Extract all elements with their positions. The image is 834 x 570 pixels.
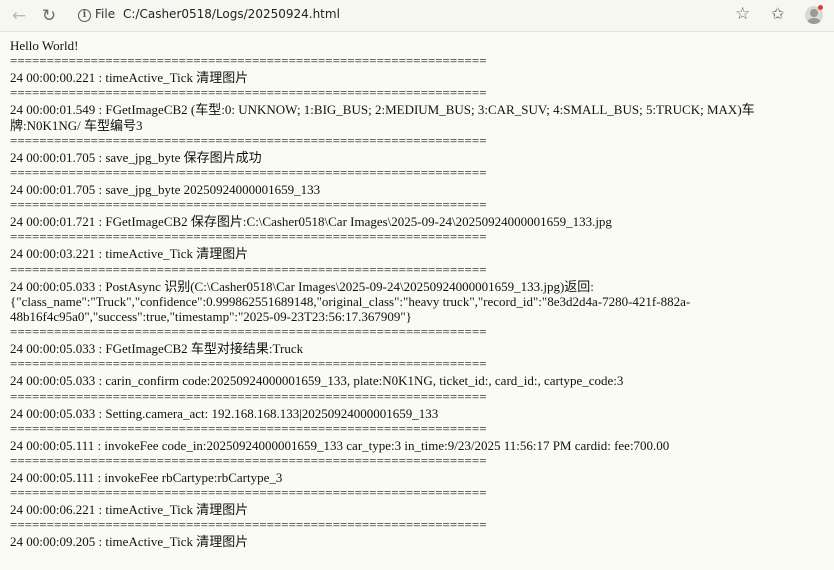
- log-entry: 24 00:00:05.033 : Setting.camera_act: 19…: [10, 405, 439, 421]
- log-entry: 24 00:00:01.705 : save_jpg_byte 20250924…: [10, 182, 321, 198]
- separator-line: ========================================…: [10, 388, 487, 404]
- log-entry: 24 00:00:06.221 : timeActive_Tick 清理图片: [10, 502, 249, 518]
- log-page-content: Hello World! ===========================…: [10, 38, 825, 550]
- log-entry: 24 00:00:05.033 : FGetImageCB2 车型对接结果:Tr…: [10, 341, 304, 357]
- greeting-text: Hello World!: [10, 38, 79, 53]
- separator-line: ========================================…: [10, 420, 487, 436]
- separator-line: ========================================…: [10, 261, 487, 277]
- separator-line: ========================================…: [10, 356, 487, 372]
- log-entry: 24 00:00:01.721 : FGetImageCB2 保存图片:C:\C…: [10, 214, 612, 230]
- star-icon[interactable]: ☆: [735, 4, 750, 24]
- separator-line: ========================================…: [10, 485, 487, 501]
- separator-line: ========================================…: [10, 229, 487, 245]
- separator-line: ========================================…: [10, 165, 487, 181]
- log-entry: 24 00:00:00.221 : timeActive_Tick 清理图片: [10, 70, 249, 86]
- log-entry: 24 00:00:09.205 : timeActive_Tick 清理图片: [10, 534, 249, 550]
- log-entry: 24 00:00:05.033 : PostAsync 识别(C:\Casher…: [10, 278, 691, 325]
- log-entry: 24 00:00:05.111 : invokeFee code_in:2025…: [10, 437, 670, 453]
- separator-line: ========================================…: [10, 453, 487, 469]
- separator-line: ========================================…: [10, 85, 487, 101]
- separator-line: ========================================…: [10, 517, 487, 533]
- notification-dot: [818, 5, 823, 10]
- scheme-label[interactable]: File: [95, 7, 115, 21]
- separator-line: ========================================…: [10, 197, 487, 213]
- log-entry: 24 00:00:05.111 : invokeFee rbCartype:rb…: [10, 470, 283, 486]
- address-bar-url[interactable]: C:/Casher0518/Logs/20250924.html: [123, 7, 340, 21]
- log-entry: 24 00:00:01.705 : save_jpg_byte 保存图片成功: [10, 149, 262, 165]
- separator-line: ========================================…: [10, 53, 487, 69]
- reload-icon[interactable]: ↻: [38, 5, 60, 27]
- log-entry: 24 00:00:01.549 : FGetImageCB2 (车型:0: UN…: [10, 102, 755, 133]
- browser-toolbar: ← ↻ i File C:/Casher0518/Logs/20250924.h…: [0, 0, 834, 32]
- back-arrow-icon[interactable]: ←: [8, 5, 30, 27]
- log-list: ========================================…: [10, 53, 825, 549]
- log-entry: 24 00:00:03.221 : timeActive_Tick 清理图片: [10, 246, 249, 262]
- info-icon[interactable]: i: [78, 9, 91, 22]
- separator-line: ========================================…: [10, 324, 487, 340]
- log-entry: 24 00:00:05.033 : carin_confirm code:202…: [10, 373, 624, 389]
- separator-line: ========================================…: [10, 132, 487, 148]
- favorites-icon[interactable]: ✩: [771, 4, 784, 23]
